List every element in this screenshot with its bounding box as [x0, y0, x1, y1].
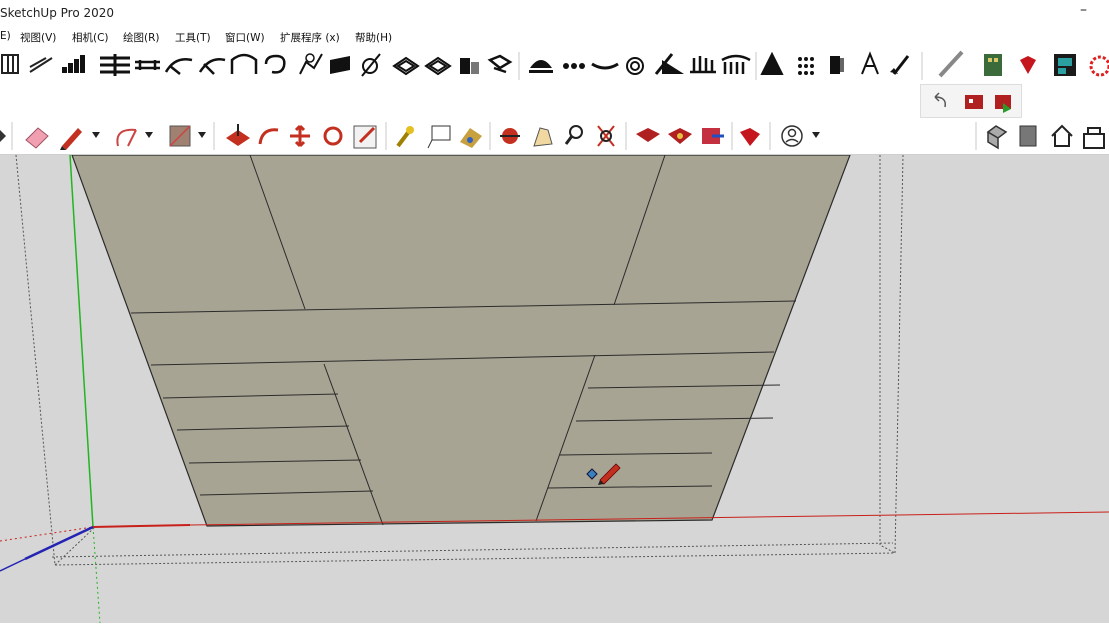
rectangle-icon[interactable]	[169, 125, 191, 147]
menu-item[interactable]: 相机(C)	[72, 30, 109, 45]
cube-array-icon[interactable]	[392, 56, 420, 76]
sweep-curve-icon[interactable]	[591, 62, 619, 70]
menu-item[interactable]: E)	[0, 30, 11, 42]
ruby-console-icon[interactable]	[740, 128, 760, 146]
pan-icon[interactable]	[533, 127, 553, 147]
chain-icon[interactable]	[563, 63, 585, 69]
dice-green-icon[interactable]	[995, 95, 1011, 113]
paint-bucket-icon[interactable]	[460, 128, 482, 148]
minimize-button[interactable]: –	[1080, 2, 1087, 18]
menu-item[interactable]: 帮助(H)	[355, 30, 392, 45]
select-icon[interactable]	[0, 130, 6, 142]
curve2-icon[interactable]	[198, 58, 226, 75]
rail-icon[interactable]	[135, 60, 160, 70]
chevron-down-icon[interactable]	[145, 132, 153, 138]
menu-item[interactable]: 绘图(R)	[123, 30, 160, 45]
rotate-icon[interactable]	[323, 126, 343, 146]
chevron-down-icon[interactable]	[92, 132, 100, 138]
column-icon[interactable]	[721, 54, 751, 74]
green-axis	[69, 154, 94, 528]
extension-warehouse-icon[interactable]	[668, 128, 692, 144]
wall-icon[interactable]	[830, 56, 844, 74]
pen-icon[interactable]	[938, 50, 964, 78]
coil-icon[interactable]	[626, 57, 644, 75]
cube-array2-icon[interactable]	[424, 56, 452, 76]
eraser-icon[interactable]	[25, 127, 49, 149]
zoom-icon[interactable]	[564, 125, 583, 145]
circle-arc-icon[interactable]	[361, 53, 381, 77]
ramp-icon[interactable]	[330, 56, 350, 74]
line-tool-icon[interactable]	[29, 57, 53, 73]
undo-curve-icon[interactable]	[934, 92, 947, 108]
front-view-icon[interactable]	[1019, 125, 1037, 147]
green-axis-negative	[92, 526, 101, 624]
main-toolbar-icons	[0, 122, 1105, 150]
dots-grid-icon[interactable]	[798, 57, 814, 75]
dice-icon[interactable]	[965, 95, 983, 109]
top-view-icon[interactable]	[1083, 127, 1105, 149]
title-bar: SketchUp Pro 2020 –	[0, 0, 1109, 26]
zoom-extents-icon[interactable]	[597, 125, 615, 147]
compass-icon[interactable]	[861, 51, 879, 75]
modeling-viewport[interactable]	[0, 154, 1109, 624]
floating-toolbar	[920, 84, 1022, 118]
app-title: SketchUp Pro 2020	[0, 6, 115, 20]
ruby-icon[interactable]	[1020, 56, 1036, 74]
red-axis	[92, 524, 191, 528]
flag-icon[interactable]	[654, 53, 684, 75]
menu-item[interactable]: 工具(T)	[175, 30, 211, 45]
send-layout-icon[interactable]	[702, 128, 724, 144]
blue-axis	[24, 525, 94, 561]
layout-icon[interactable]	[1054, 54, 1076, 76]
grid-icon[interactable]	[1, 54, 19, 74]
chevron-down-icon[interactable]	[198, 132, 206, 138]
extension-toolbar-icons	[1, 50, 1109, 80]
building-icon[interactable]	[984, 54, 1002, 76]
follow-me-icon[interactable]	[258, 128, 279, 145]
orbit-icon[interactable]	[500, 128, 520, 144]
push-pull-icon[interactable]	[226, 124, 250, 146]
tape-measure-icon[interactable]	[396, 126, 414, 148]
home-icon[interactable]	[1051, 124, 1073, 147]
bar-chart-icon[interactable]	[62, 55, 85, 73]
main-toolbar	[0, 118, 1109, 155]
iso-view-icon[interactable]	[986, 125, 1008, 150]
scale-icon[interactable]	[353, 125, 377, 149]
arch-icon[interactable]	[230, 53, 258, 74]
tent-icon[interactable]	[760, 51, 784, 75]
menu-item[interactable]: 扩展程序 (x)	[280, 30, 340, 45]
scene-canvas[interactable]	[0, 154, 1109, 624]
warehouse-icon[interactable]	[636, 128, 660, 142]
spiral-icon[interactable]	[264, 54, 286, 74]
account-icon[interactable]	[781, 125, 803, 147]
brush-icon[interactable]	[890, 55, 910, 75]
stair-icon[interactable]	[100, 54, 130, 76]
blue-axis-end	[0, 558, 26, 572]
gear-red-icon[interactable]	[1089, 55, 1109, 77]
pencil-icon[interactable]	[60, 128, 82, 150]
curve-icon[interactable]	[164, 58, 193, 75]
dome-icon[interactable]	[529, 60, 553, 73]
chevron-down-icon[interactable]	[812, 132, 820, 138]
polyline-icon[interactable]	[299, 53, 323, 75]
rotate-box-icon[interactable]	[487, 54, 513, 74]
ceiling-face[interactable]	[71, 154, 851, 527]
text-label-icon[interactable]	[427, 125, 451, 149]
menu-bar: E) 视图(V) 相机(C) 绘图(R) 工具(T) 窗口(W) 扩展程序 (x) 帮助(H)	[0, 26, 1109, 46]
menu-item[interactable]: 窗口(W)	[225, 30, 265, 45]
floating-toolbar-icons	[934, 92, 1011, 113]
extension-toolbar	[0, 46, 1109, 84]
move-icon[interactable]	[290, 124, 310, 148]
box-icon[interactable]	[460, 58, 479, 74]
arc-icon[interactable]	[116, 128, 137, 147]
wave-icon[interactable]	[690, 56, 716, 74]
menu-item[interactable]: 视图(V)	[20, 30, 56, 45]
